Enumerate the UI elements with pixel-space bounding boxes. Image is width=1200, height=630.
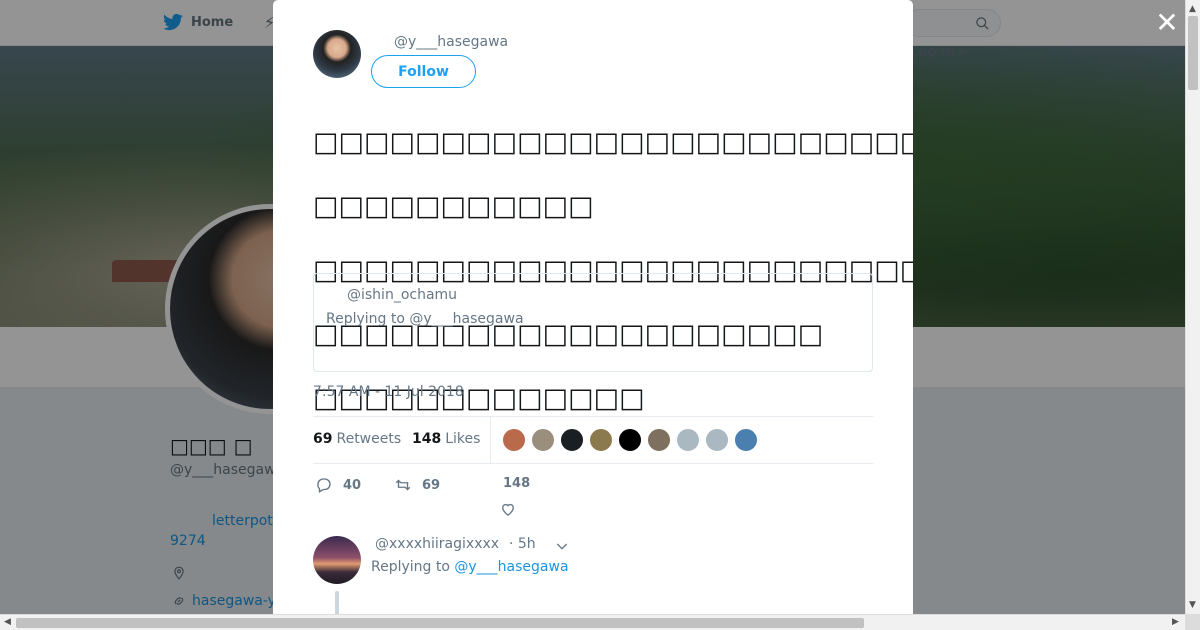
scrollbar-corner — [1185, 614, 1200, 630]
retweet-button[interactable]: 69 — [394, 476, 440, 494]
quoted-tweet-handle: @ishin_ochamu — [347, 287, 458, 303]
stats-divider — [490, 417, 491, 463]
retweet-stat-label: Retweets — [336, 431, 402, 447]
liker-avatar[interactable] — [647, 428, 671, 452]
reply-icon — [317, 478, 331, 493]
tweet-text-line: □□□□□□□□□□□ — [313, 191, 594, 222]
liker-avatar[interactable] — [531, 428, 555, 452]
liker-avatar[interactable] — [705, 428, 729, 452]
reply-count: 40 — [343, 477, 362, 493]
liker-avatar[interactable] — [734, 428, 758, 452]
liker-avatar[interactable] — [618, 428, 642, 452]
horizontal-scroll-thumb[interactable] — [16, 618, 864, 628]
replying-to-prefix: Replying to — [371, 559, 450, 575]
vertical-scrollbar[interactable]: ▲ ▼ — [1185, 0, 1200, 614]
liker-avatars — [502, 428, 758, 452]
like-button[interactable] — [499, 500, 517, 518]
tweet-timestamp[interactable]: 7:57 AM - 11 Jul 2018 — [313, 384, 464, 400]
like-action-count-label: 148 — [503, 476, 530, 491]
retweet-action-count: 69 — [422, 477, 441, 493]
reply-button[interactable]: 40 — [315, 476, 361, 494]
liker-avatar[interactable] — [676, 428, 700, 452]
reply-author-avatar[interactable] — [313, 536, 361, 584]
thread-line — [335, 591, 339, 614]
tweet-text-line: □□□□□□□□□□□□□□□□□□□□□□□□□□□□□□□□□□□ — [313, 127, 913, 158]
quoted-tweet[interactable]: @ishin_ochamu Replying to @y___hasegawa — [313, 273, 873, 372]
reply-author-handle[interactable]: @xxxxhiiragixxxx — [375, 536, 499, 552]
liker-avatar[interactable] — [502, 428, 526, 452]
close-icon[interactable]: ✕ — [1155, 9, 1179, 37]
tweet-stats: 69 Retweets 148 Likes — [313, 416, 873, 464]
liker-avatar[interactable] — [560, 428, 584, 452]
tweet-modal: @y___hasegawa Follow □□□□□□□□□□□□□□□□□□□… — [273, 0, 913, 614]
like-stat-label: Likes — [445, 431, 481, 447]
tweet-actions: 40 69 148 — [313, 474, 873, 524]
like-count-stat[interactable]: 148 Likes — [412, 431, 480, 447]
heart-icon — [502, 503, 514, 516]
liker-avatar[interactable] — [589, 428, 613, 452]
chevron-down-icon[interactable] — [554, 538, 570, 554]
scroll-left-arrow-icon[interactable]: ◀ — [4, 617, 11, 627]
retweet-icon — [395, 479, 411, 491]
reply-replying-to: Replying to @y___hasegawa — [371, 559, 569, 575]
scroll-down-arrow-icon[interactable]: ▼ — [1189, 600, 1196, 610]
tweet-author-handle[interactable]: @y___hasegawa — [394, 34, 508, 50]
vertical-scroll-thumb[interactable] — [1188, 16, 1198, 90]
retweet-count-stat[interactable]: 69 Retweets — [313, 431, 401, 447]
scroll-right-arrow-icon[interactable]: ▶ — [1172, 617, 1179, 627]
like-count: 148 — [412, 431, 442, 447]
replying-to-handle[interactable]: @y___hasegawa — [454, 559, 568, 575]
reply-time[interactable]: · 5h — [509, 536, 536, 552]
tweet-author-avatar[interactable] — [313, 30, 361, 78]
like-action-count: 148 — [503, 476, 531, 491]
follow-button[interactable]: Follow — [371, 55, 476, 88]
scroll-up-arrow-icon[interactable]: ▲ — [1189, 4, 1196, 14]
retweet-count: 69 — [313, 431, 333, 447]
quoted-tweet-replying-to: Replying to @y___hasegawa — [326, 311, 524, 327]
horizontal-scrollbar[interactable]: ◀ ▶ — [0, 614, 1185, 630]
